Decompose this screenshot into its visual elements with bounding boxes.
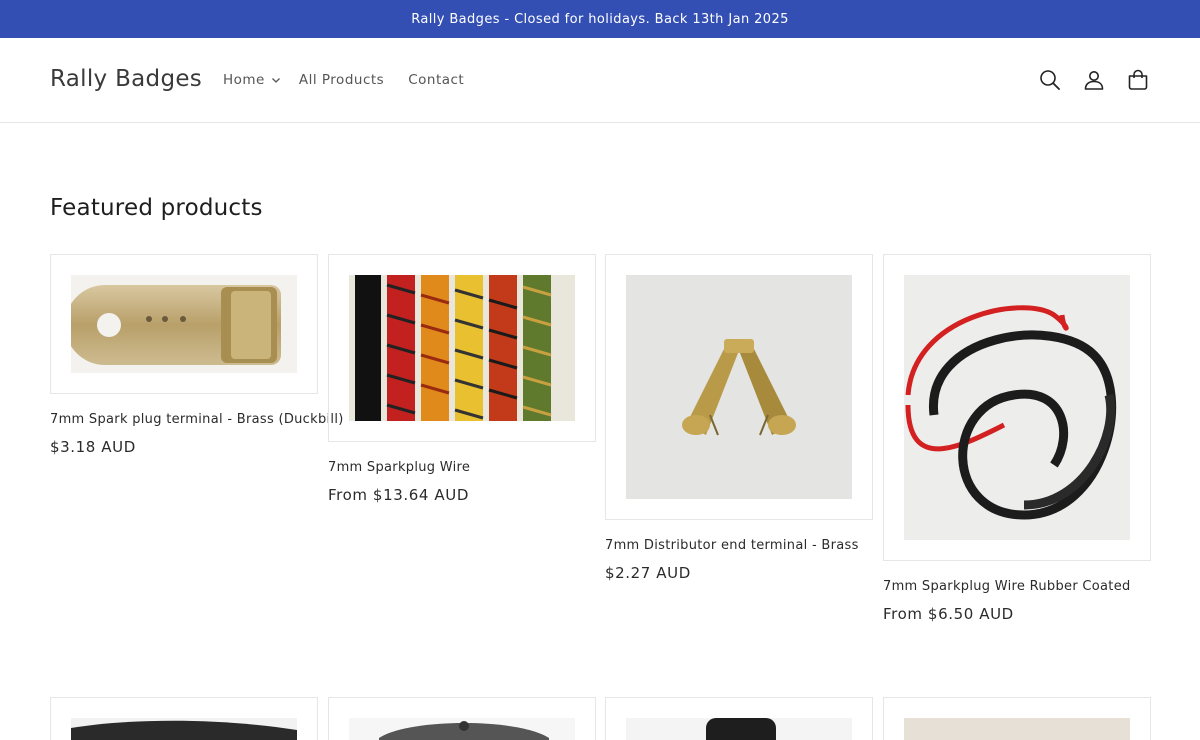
announcement-text: Rally Badges - Closed for holidays. Back… (411, 11, 789, 27)
product-image-frame[interactable] (605, 254, 873, 520)
product-thumbnail (71, 720, 297, 740)
nav-item-home[interactable]: Home (223, 72, 281, 88)
rubber-wire-image (905, 305, 1117, 520)
nav-item-all-products[interactable]: All Products (299, 72, 384, 88)
product-title[interactable]: 7mm Spark plug terminal - Brass (Duckbil… (50, 412, 343, 427)
product-card[interactable]: 7mm Sparkplug Wire From $13.64 AUD (328, 254, 596, 504)
product-price: $2.27 AUD (605, 564, 691, 582)
product-image (626, 718, 852, 740)
product-image-frame[interactable] (328, 697, 596, 740)
product-card[interactable] (50, 697, 318, 740)
cart-icon[interactable] (1126, 68, 1150, 92)
sparkplug-wire-image (355, 275, 552, 421)
product-title[interactable]: 7mm Sparkplug Wire Rubber Coated (883, 579, 1151, 594)
search-icon[interactable] (1038, 68, 1062, 92)
brass-terminal-image (71, 285, 281, 365)
chevron-down-icon (271, 78, 280, 83)
product-image-frame[interactable] (883, 697, 1151, 740)
product-price: From $13.64 AUD (328, 486, 469, 504)
product-image (626, 275, 852, 499)
site-header: Rally Badges Home All Products Contact (0, 38, 1200, 123)
product-image (904, 275, 1130, 540)
section-title: Featured products (50, 195, 263, 221)
product-image (71, 275, 297, 373)
product-image (349, 275, 575, 421)
header-icons (1018, 68, 1150, 92)
product-title[interactable]: 7mm Distributor end terminal - Brass (605, 538, 873, 553)
main-nav: Home All Products Contact (223, 72, 488, 88)
nav-item-label: Home (223, 72, 265, 88)
product-card[interactable]: 7mm Distributor end terminal - Brass $2.… (605, 254, 873, 582)
product-card[interactable] (605, 697, 873, 740)
announcement-bar: Rally Badges - Closed for holidays. Back… (0, 0, 1200, 38)
site-logo[interactable]: Rally Badges (50, 66, 202, 92)
nav-item-label: All Products (298, 72, 385, 88)
product-card[interactable]: 7mm Spark plug terminal - Brass (Duckbil… (50, 254, 343, 456)
product-price: From $6.50 AUD (883, 605, 1014, 623)
product-title[interactable]: 7mm Sparkplug Wire (328, 460, 596, 475)
product-thumbnail (379, 721, 549, 740)
product-image-frame[interactable] (328, 254, 596, 442)
product-image (349, 718, 575, 740)
product-image-frame[interactable] (883, 254, 1151, 561)
product-card[interactable] (883, 697, 1151, 740)
product-image (904, 718, 1130, 740)
nav-item-contact[interactable]: Contact (408, 72, 464, 88)
product-image-frame[interactable] (605, 697, 873, 740)
product-card[interactable]: 7mm Sparkplug Wire Rubber Coated From $6… (883, 254, 1151, 623)
product-price: $3.18 AUD (50, 438, 136, 456)
product-thumbnail (706, 718, 776, 740)
product-image (71, 718, 297, 740)
product-image-frame[interactable] (50, 254, 318, 394)
product-card[interactable] (328, 697, 596, 740)
nav-item-label: Contact (408, 72, 465, 88)
distributor-terminal-image (682, 339, 796, 436)
product-image-frame[interactable] (50, 697, 318, 740)
account-icon[interactable] (1082, 68, 1106, 92)
